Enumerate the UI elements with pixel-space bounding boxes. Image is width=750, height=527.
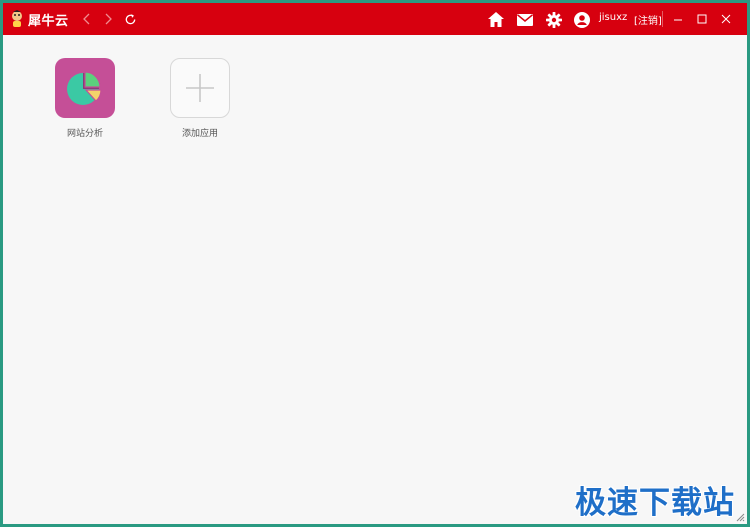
pie-chart-icon bbox=[67, 71, 102, 105]
refresh-icon bbox=[125, 13, 135, 24]
add-app-button[interactable] bbox=[170, 58, 230, 118]
user-button[interactable] bbox=[573, 11, 590, 28]
gear-icon bbox=[545, 11, 562, 28]
app-tile-add-app[interactable]: 添加应用 bbox=[158, 58, 242, 148]
app-logo: 犀牛云 bbox=[9, 9, 69, 29]
close-icon bbox=[721, 14, 731, 24]
app-label[interactable]: 添加应用 bbox=[182, 126, 218, 139]
settings-button[interactable] bbox=[545, 11, 562, 28]
app-label[interactable]: 网站分析 bbox=[67, 126, 103, 139]
mail-button[interactable] bbox=[516, 11, 533, 28]
resize-grip-icon[interactable] bbox=[735, 512, 745, 522]
watermark-text: 极速下载站 bbox=[575, 485, 735, 521]
app-tile-website-analytics[interactable]: 网站分析 bbox=[43, 58, 127, 148]
mail-icon bbox=[516, 13, 533, 26]
app-name: 犀牛云 bbox=[28, 13, 69, 29]
refresh-button[interactable] bbox=[122, 11, 138, 27]
logout-link[interactable]: [注销] bbox=[634, 12, 662, 27]
maximize-icon bbox=[697, 14, 707, 24]
minimize-icon bbox=[674, 19, 682, 21]
minimize-button[interactable] bbox=[670, 11, 686, 27]
title-bar: 犀牛云 jisuxz [注销] bbox=[3, 3, 747, 35]
home-icon bbox=[487, 12, 504, 27]
home-button[interactable] bbox=[487, 11, 504, 28]
forward-button[interactable] bbox=[100, 11, 116, 27]
close-button[interactable] bbox=[718, 11, 734, 27]
plus-icon bbox=[186, 74, 214, 102]
app-window: 犀牛云 jisuxz [注销] 网站分析 添加应用 极速下载站 bbox=[3, 3, 747, 524]
website-analytics-app-icon[interactable] bbox=[55, 58, 115, 118]
username[interactable]: jisuxz bbox=[599, 12, 627, 23]
chevron-left-icon bbox=[83, 13, 90, 25]
titlebar-divider bbox=[662, 11, 663, 27]
user-icon bbox=[573, 11, 590, 28]
chevron-right-icon bbox=[105, 13, 112, 25]
rhino-logo-icon bbox=[12, 10, 22, 27]
back-button[interactable] bbox=[79, 11, 95, 27]
maximize-button[interactable] bbox=[694, 11, 710, 27]
